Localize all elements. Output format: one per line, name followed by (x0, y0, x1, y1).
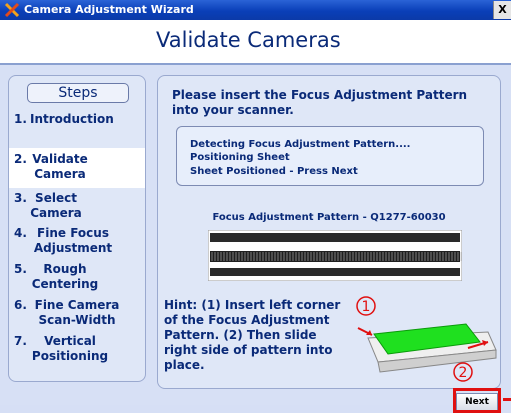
step-number: 6. (14, 298, 27, 312)
wizard-client: Validate Cameras Steps 1. Introduction 2.… (0, 20, 511, 413)
instruction-text: Please insert the Focus Adjustment Patte… (172, 88, 468, 117)
page-title: Validate Cameras (156, 28, 341, 52)
header-divider (0, 63, 511, 65)
step-number: 5. (14, 262, 27, 276)
highlight-arrow (503, 398, 511, 401)
step-number: 4. (14, 226, 27, 240)
page-header: Validate Cameras (0, 20, 511, 63)
marker-2: 2 (459, 365, 468, 381)
step-validate-camera: 2. Validate Camera (9, 148, 145, 188)
step-label: Validate Camera (32, 152, 88, 181)
scanner-illustration: 1 2 (356, 296, 497, 382)
pattern-label: Focus Adjustment Pattern - Q1277-60030 (212, 212, 446, 223)
step-number: 7. (14, 334, 27, 348)
step-rough-centering: 5. Rough Centering (9, 262, 145, 294)
steps-title: Steps (27, 83, 129, 103)
step-label: Fine Focus Adjustment (33, 226, 113, 255)
status-box: Detecting Focus Adjustment Pattern.... P… (176, 126, 484, 186)
step-label: Rough Centering (31, 262, 99, 291)
close-button[interactable]: X (493, 1, 511, 19)
step-label: Introduction (30, 112, 114, 126)
step-vertical-positioning: 7. Vertical Positioning (9, 334, 145, 366)
step-introduction: 1. Introduction (9, 112, 145, 132)
next-highlight (453, 388, 501, 413)
marker-1: 1 (362, 299, 371, 315)
step-number: 3. (14, 191, 27, 205)
step-number: 2. (14, 152, 27, 166)
focus-pattern-image (208, 230, 462, 281)
step-label: Vertical Positioning (31, 334, 109, 363)
step-fine-scan-width: 6. Fine Camera Scan-Width (9, 298, 145, 330)
steps-panel: Steps 1. Introduction 2. Validate Camera 3… (8, 75, 146, 382)
window-title: Camera Adjustment Wizard (24, 3, 194, 16)
step-label: Select Camera (30, 191, 82, 220)
app-icon (4, 2, 20, 18)
step-label: Fine Camera Scan-Width (34, 298, 120, 327)
hint-text: Hint: (1) Insert left corner of the Focu… (164, 298, 341, 372)
title-bar: Camera Adjustment Wizard X (0, 0, 511, 20)
status-line-detecting: Detecting Focus Adjustment Pattern.... (190, 139, 411, 150)
step-select-camera: 3. Select Camera (9, 191, 145, 223)
step-fine-focus: 4. Fine Focus Adjustment (9, 226, 145, 258)
content-panel: Please insert the Focus Adjustment Patte… (157, 75, 501, 389)
status-line-positioned: Sheet Positioned - Press Next (190, 166, 358, 177)
step-number: 1. (14, 112, 27, 126)
status-line-positioning: Positioning Sheet (190, 152, 290, 163)
